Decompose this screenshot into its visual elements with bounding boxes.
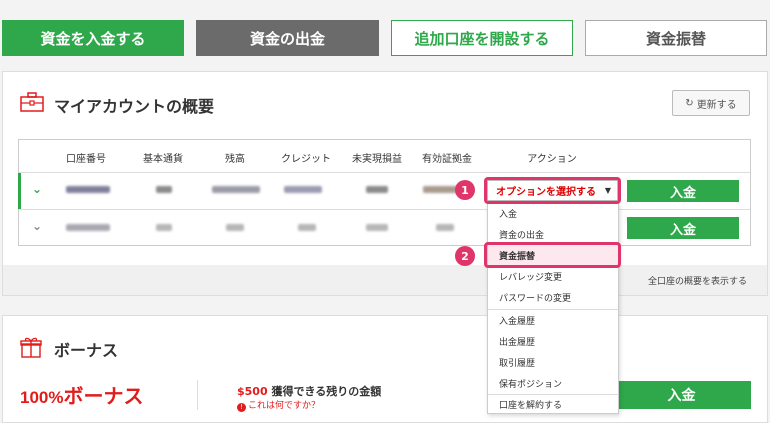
refresh-icon: ↻: [685, 97, 694, 109]
annotation-highlight-select: [484, 177, 621, 204]
col-equity: 有効証拠金: [422, 154, 472, 165]
table-row: [66, 186, 110, 193]
col-base-currency: 基本通貨: [143, 154, 183, 165]
annotation-highlight-transfer: [484, 242, 621, 268]
menu-item-deposit[interactable]: 入金: [488, 203, 618, 223]
bonus-percent: 100%: [20, 388, 64, 407]
table-row: [226, 224, 244, 231]
divider: [197, 380, 198, 410]
menu-item-password[interactable]: パスワードの変更: [488, 287, 618, 307]
menu-item-positions[interactable]: 保有ポジション: [488, 373, 618, 393]
menu-item-leverage[interactable]: レバレッジ変更: [488, 266, 618, 286]
table-row: [436, 224, 454, 231]
col-unrealized-pl: 未実現損益: [352, 154, 402, 165]
open-account-button[interactable]: 追加口座を開設する: [391, 20, 573, 56]
bonus-help-label: これは何ですか？: [248, 401, 321, 411]
bonus-deposit-button[interactable]: 入金: [612, 381, 751, 409]
withdraw-funds-button[interactable]: 資金の出金: [196, 20, 379, 56]
show-all-accounts-link[interactable]: 全口座の概要を表示する: [648, 274, 747, 287]
menu-item-withdraw-history[interactable]: 出金履歴: [488, 331, 618, 351]
table-row: [156, 224, 172, 231]
bonus-help-link[interactable]: ! これは何ですか？: [237, 398, 320, 412]
col-account-number: 口座番号: [66, 154, 106, 165]
bonus-title: ボーナス: [54, 341, 119, 360]
table-row: [284, 186, 322, 193]
active-row-marker: [18, 173, 21, 209]
col-action: アクション: [527, 154, 577, 165]
refresh-label: 更新する: [696, 99, 737, 111]
row-deposit-button[interactable]: 入金: [627, 180, 739, 202]
col-credit: クレジット: [281, 154, 331, 165]
gift-icon: [20, 337, 42, 358]
refresh-button[interactable]: ↻ 更新する: [672, 90, 750, 116]
table-row: [66, 224, 110, 231]
col-balance: 残高: [225, 154, 245, 165]
info-icon: !: [237, 402, 246, 412]
table-row: [366, 224, 388, 231]
row-deposit-button[interactable]: 入金: [627, 217, 739, 239]
table-row: [212, 186, 260, 193]
menu-item-deposit-history[interactable]: 入金履歴: [488, 310, 618, 330]
briefcase-icon: [20, 92, 44, 112]
annotation-badge-2: 2: [455, 246, 475, 266]
deposit-funds-button[interactable]: 資金を入金する: [2, 20, 184, 56]
table-divider: [19, 209, 750, 210]
menu-item-trade-history[interactable]: 取引履歴: [488, 352, 618, 372]
bonus-remaining: $500 獲得できる残りの金額: [237, 383, 381, 399]
bonus-amount-label: 獲得できる残りの金額: [271, 385, 382, 398]
table-divider: [19, 172, 750, 173]
menu-item-withdraw[interactable]: 資金の出金: [488, 224, 618, 244]
table-row: [156, 186, 172, 193]
bonus-headline: 100%ボーナス: [20, 380, 143, 409]
bonus-amount-value: $500: [237, 385, 268, 398]
bonus-headline-text: ボーナス: [63, 386, 144, 408]
account-overview-title: マイアカウントの概要: [54, 97, 215, 116]
transfer-funds-button[interactable]: 資金振替: [585, 20, 767, 56]
chevron-down-icon[interactable]: ⌄: [32, 219, 42, 233]
table-row: [298, 224, 316, 231]
table-row: [366, 186, 388, 193]
menu-item-close-account[interactable]: 口座を解約する: [488, 394, 618, 414]
annotation-badge-1: 1: [455, 180, 475, 200]
chevron-down-icon[interactable]: ⌄: [32, 182, 42, 196]
